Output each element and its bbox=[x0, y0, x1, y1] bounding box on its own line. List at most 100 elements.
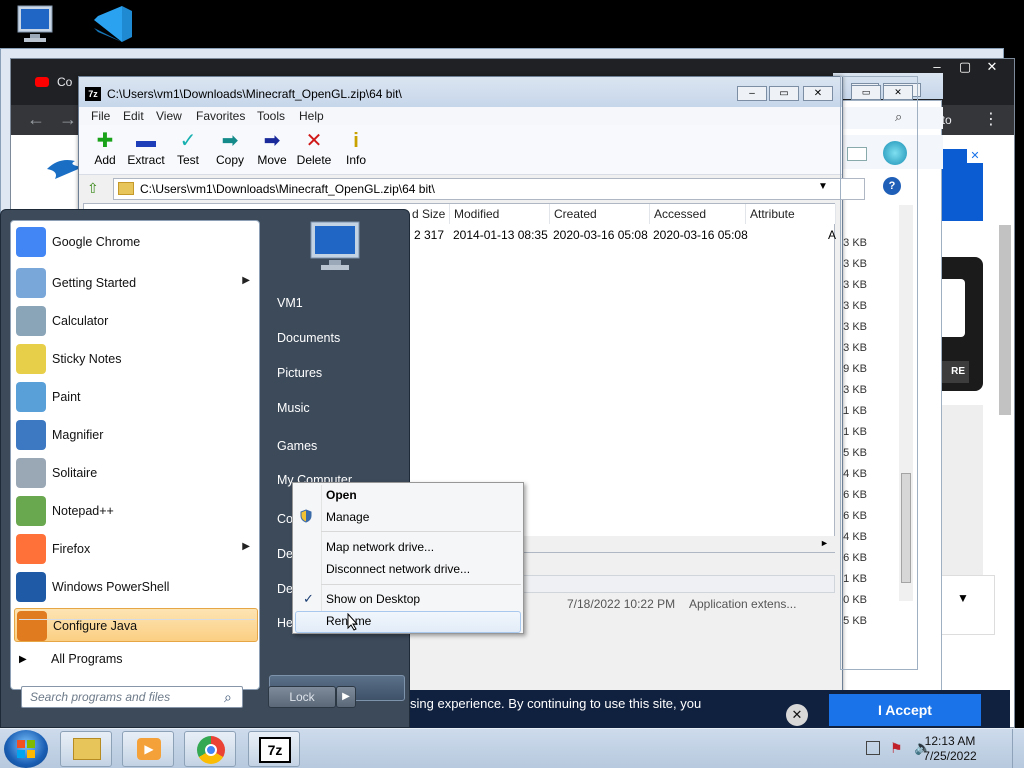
shutdown-options-icon[interactable]: ▶ bbox=[336, 686, 356, 708]
start-item-solitaire[interactable]: Solitaire bbox=[14, 456, 258, 490]
menu-favorites[interactable]: Favorites bbox=[196, 109, 245, 123]
scrollbar-thumb[interactable] bbox=[901, 473, 911, 583]
control-panel-link[interactable]: Co bbox=[277, 512, 293, 526]
minimize-button[interactable]: – bbox=[737, 86, 767, 101]
lock-button[interactable]: Lock bbox=[268, 686, 336, 708]
cell-created[interactable]: 2020-03-16 05:08 bbox=[553, 226, 648, 244]
network-icon[interactable] bbox=[866, 741, 880, 755]
back-icon[interactable]: ← bbox=[27, 109, 45, 130]
scroll-right-icon[interactable]: ► bbox=[820, 538, 829, 548]
chrome-icon bbox=[197, 736, 225, 764]
start-item-chrome[interactable]: Google Chrome bbox=[14, 225, 258, 259]
start-item-java[interactable]: Configure Java bbox=[14, 608, 258, 642]
maximize-button[interactable]: ▢ bbox=[950, 59, 980, 77]
search-placeholder: Search programs and files bbox=[30, 690, 171, 704]
start-item-notepadpp[interactable]: Notepad++ bbox=[14, 494, 258, 528]
media-player-taskbar-button[interactable]: ▶ bbox=[122, 731, 174, 767]
menu-help[interactable]: Help bbox=[299, 109, 324, 123]
chevron-down-icon[interactable]: ▼ bbox=[818, 181, 828, 192]
explorer-taskbar-button[interactable] bbox=[60, 731, 112, 767]
explorer-search-bar[interactable] bbox=[833, 107, 943, 129]
menu-file[interactable]: File bbox=[91, 109, 110, 123]
column-size[interactable]: d Size bbox=[408, 204, 450, 224]
show-on-desktop-menu-item[interactable]: Show on Desktop bbox=[326, 592, 420, 606]
page-scrollbar[interactable] bbox=[999, 225, 1011, 415]
extract-button[interactable]: ▬ Extract bbox=[124, 129, 168, 173]
manage-menu-item[interactable]: Manage bbox=[326, 510, 369, 524]
test-button[interactable]: ✓ Test bbox=[166, 129, 210, 173]
search-input[interactable]: Search programs and files ⌕ bbox=[21, 686, 243, 708]
help-icon[interactable]: ? bbox=[883, 177, 901, 195]
ad-close-icon[interactable]: ✕ bbox=[967, 149, 983, 163]
cell-accessed[interactable]: 2020-03-16 05:08 bbox=[653, 226, 748, 244]
close-button[interactable]: ✕ bbox=[883, 83, 921, 97]
delete-button[interactable]: ✕ Delete bbox=[292, 129, 336, 173]
address-text: C:\Users\vm1\Downloads\Minecraft_OpenGL.… bbox=[140, 182, 435, 196]
start-item-firefox[interactable]: Firefox ▶ bbox=[14, 532, 258, 566]
games-link[interactable]: Games bbox=[277, 439, 317, 453]
info-button[interactable]: i Info bbox=[334, 129, 378, 173]
vertical-scrollbar[interactable] bbox=[899, 205, 913, 601]
search-icon[interactable]: ⌕ bbox=[224, 689, 232, 706]
copy-button[interactable]: ➡ Copy bbox=[208, 129, 252, 173]
user-vm1[interactable]: VM1 bbox=[277, 296, 303, 310]
column-modified[interactable]: Modified bbox=[450, 204, 550, 224]
start-button[interactable] bbox=[4, 730, 48, 768]
close-button[interactable]: ✕ bbox=[803, 86, 833, 101]
address-bar[interactable]: C:\Users\vm1\Downloads\Minecraft_OpenGL.… bbox=[113, 178, 865, 200]
cell-modified[interactable]: 2014-01-13 08:35 bbox=[453, 226, 548, 244]
start-item-magnifier[interactable]: Magnifier bbox=[14, 418, 258, 452]
add-button[interactable]: ✚ Add bbox=[83, 129, 127, 173]
column-accessed[interactable]: Accessed bbox=[650, 204, 746, 224]
cell-size[interactable]: 2 317 bbox=[414, 226, 444, 244]
start-item-paint[interactable]: Paint bbox=[14, 380, 258, 414]
menu-dots-icon[interactable]: ⋮ bbox=[983, 109, 999, 129]
documents-link[interactable]: Documents bbox=[277, 331, 340, 345]
help-link[interactable]: He bbox=[277, 616, 293, 630]
vscode-icon[interactable] bbox=[88, 2, 144, 48]
clock[interactable]: 12:13 AM 7/25/2022 bbox=[920, 734, 980, 764]
magnifier-icon bbox=[16, 420, 46, 450]
accept-button[interactable]: I Accept bbox=[829, 694, 981, 726]
add-icon: ✚ bbox=[96, 130, 114, 152]
forward-icon[interactable]: → bbox=[59, 109, 77, 130]
file-type: Application extens... bbox=[689, 597, 797, 611]
move-button[interactable]: ➡ Move bbox=[250, 129, 294, 173]
default-programs-link[interactable]: De bbox=[277, 582, 293, 596]
youtube-icon bbox=[35, 77, 49, 87]
select-box[interactable] bbox=[933, 575, 995, 635]
start-item-label: Getting Started bbox=[52, 276, 137, 290]
maximize-button[interactable]: ▭ bbox=[769, 86, 799, 101]
chrome-taskbar-button[interactable] bbox=[184, 731, 236, 767]
open-menu-item[interactable]: Open bbox=[326, 488, 357, 502]
start-item-powershell[interactable]: Windows PowerShell bbox=[14, 570, 258, 604]
menu-view[interactable]: View bbox=[156, 109, 182, 123]
chevron-down-icon[interactable]: ▼ bbox=[957, 591, 969, 605]
pictures-link[interactable]: Pictures bbox=[277, 366, 322, 380]
start-item-calculator[interactable]: Calculator bbox=[14, 304, 258, 338]
search-icon[interactable]: ⌕ bbox=[895, 109, 902, 125]
restore-button[interactable]: ▭ bbox=[851, 83, 879, 97]
start-item-getting-started[interactable]: Getting Started ▶ bbox=[14, 266, 258, 300]
menu-edit[interactable]: Edit bbox=[123, 109, 144, 123]
disconnect-network-drive-menu-item[interactable]: Disconnect network drive... bbox=[326, 562, 470, 576]
burn-icon[interactable] bbox=[883, 141, 907, 165]
cell-attributes[interactable]: A bbox=[828, 226, 836, 244]
up-folder-icon[interactable]: ⇧ bbox=[87, 180, 105, 198]
column-created[interactable]: Created bbox=[550, 204, 650, 224]
devices-link[interactable]: De bbox=[277, 547, 293, 561]
shield-icon bbox=[299, 509, 313, 523]
7zip-taskbar-button[interactable]: 7z bbox=[248, 731, 300, 767]
all-programs[interactable]: All Programs bbox=[51, 652, 123, 666]
email-icon[interactable] bbox=[847, 147, 867, 161]
music-link[interactable]: Music bbox=[277, 401, 310, 415]
menu-tools[interactable]: Tools bbox=[257, 109, 285, 123]
start-item-sticky-notes[interactable]: Sticky Notes bbox=[14, 342, 258, 376]
column-attributes[interactable]: Attribute bbox=[746, 204, 836, 224]
close-button[interactable]: ✕ bbox=[977, 59, 1007, 77]
close-icon[interactable]: ✕ bbox=[786, 704, 808, 726]
computer-icon[interactable] bbox=[12, 2, 68, 48]
show-desktop-button[interactable] bbox=[1012, 729, 1024, 768]
action-center-icon[interactable]: ⚑ bbox=[890, 740, 903, 757]
map-network-drive-menu-item[interactable]: Map network drive... bbox=[326, 540, 434, 554]
